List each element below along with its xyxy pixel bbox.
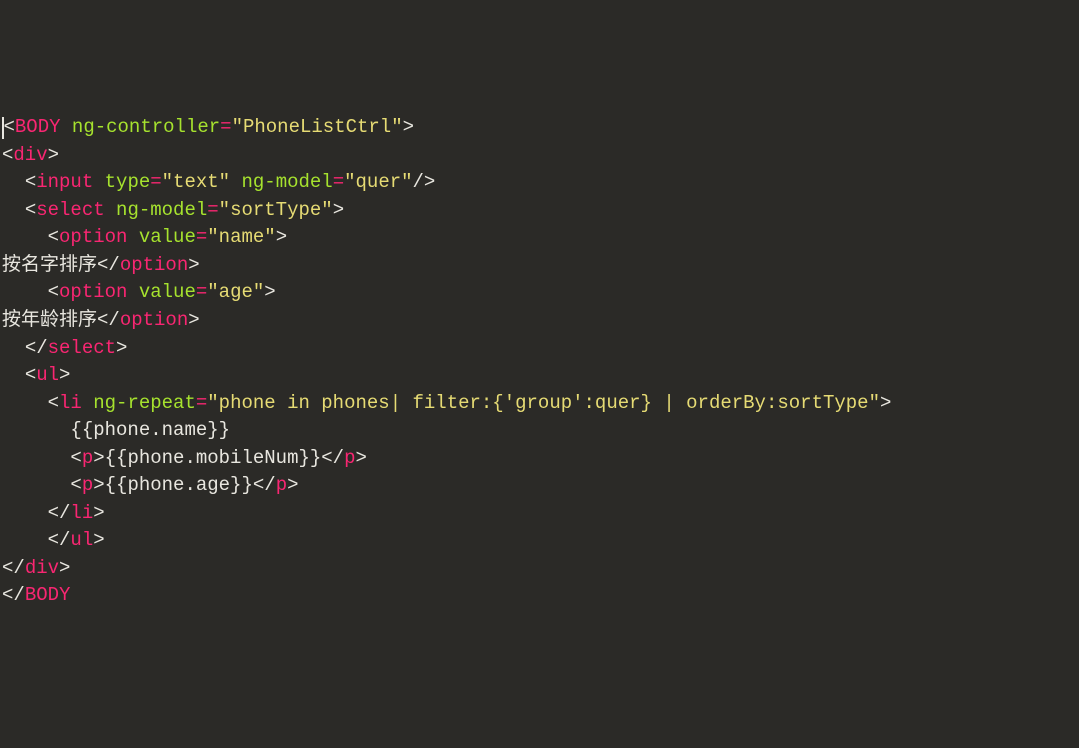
code-line: </select> <box>2 337 127 359</box>
text-cursor <box>2 117 4 139</box>
code-line: <li ng-repeat="phone in phones| filter:{… <box>2 392 891 414</box>
code-line: <select ng-model="sortType"> <box>2 199 344 221</box>
code-line: 按名字排序</option> <box>2 254 200 276</box>
code-line: <p>{{phone.mobileNum}}</p> <box>2 447 367 469</box>
code-editor[interactable]: <BODY ng-controller="PhoneListCtrl"> <di… <box>2 114 1077 610</box>
code-line: {{phone.name}} <box>2 419 230 441</box>
code-line: <option value="age"> <box>2 281 276 303</box>
code-line: </ul> <box>2 529 105 551</box>
code-line: <ul> <box>2 364 70 386</box>
code-line: <BODY ng-controller="PhoneListCtrl"> <box>4 116 415 138</box>
code-line: </BODY <box>2 584 70 606</box>
code-line: <p>{{phone.age}}</p> <box>2 474 299 496</box>
code-line: <div> <box>2 144 59 166</box>
code-line: <input type="text" ng-model="quer"/> <box>2 171 435 193</box>
code-line: 按年龄排序</option> <box>2 309 200 331</box>
code-line: </li> <box>2 502 105 524</box>
code-line: <option value="name"> <box>2 226 287 248</box>
